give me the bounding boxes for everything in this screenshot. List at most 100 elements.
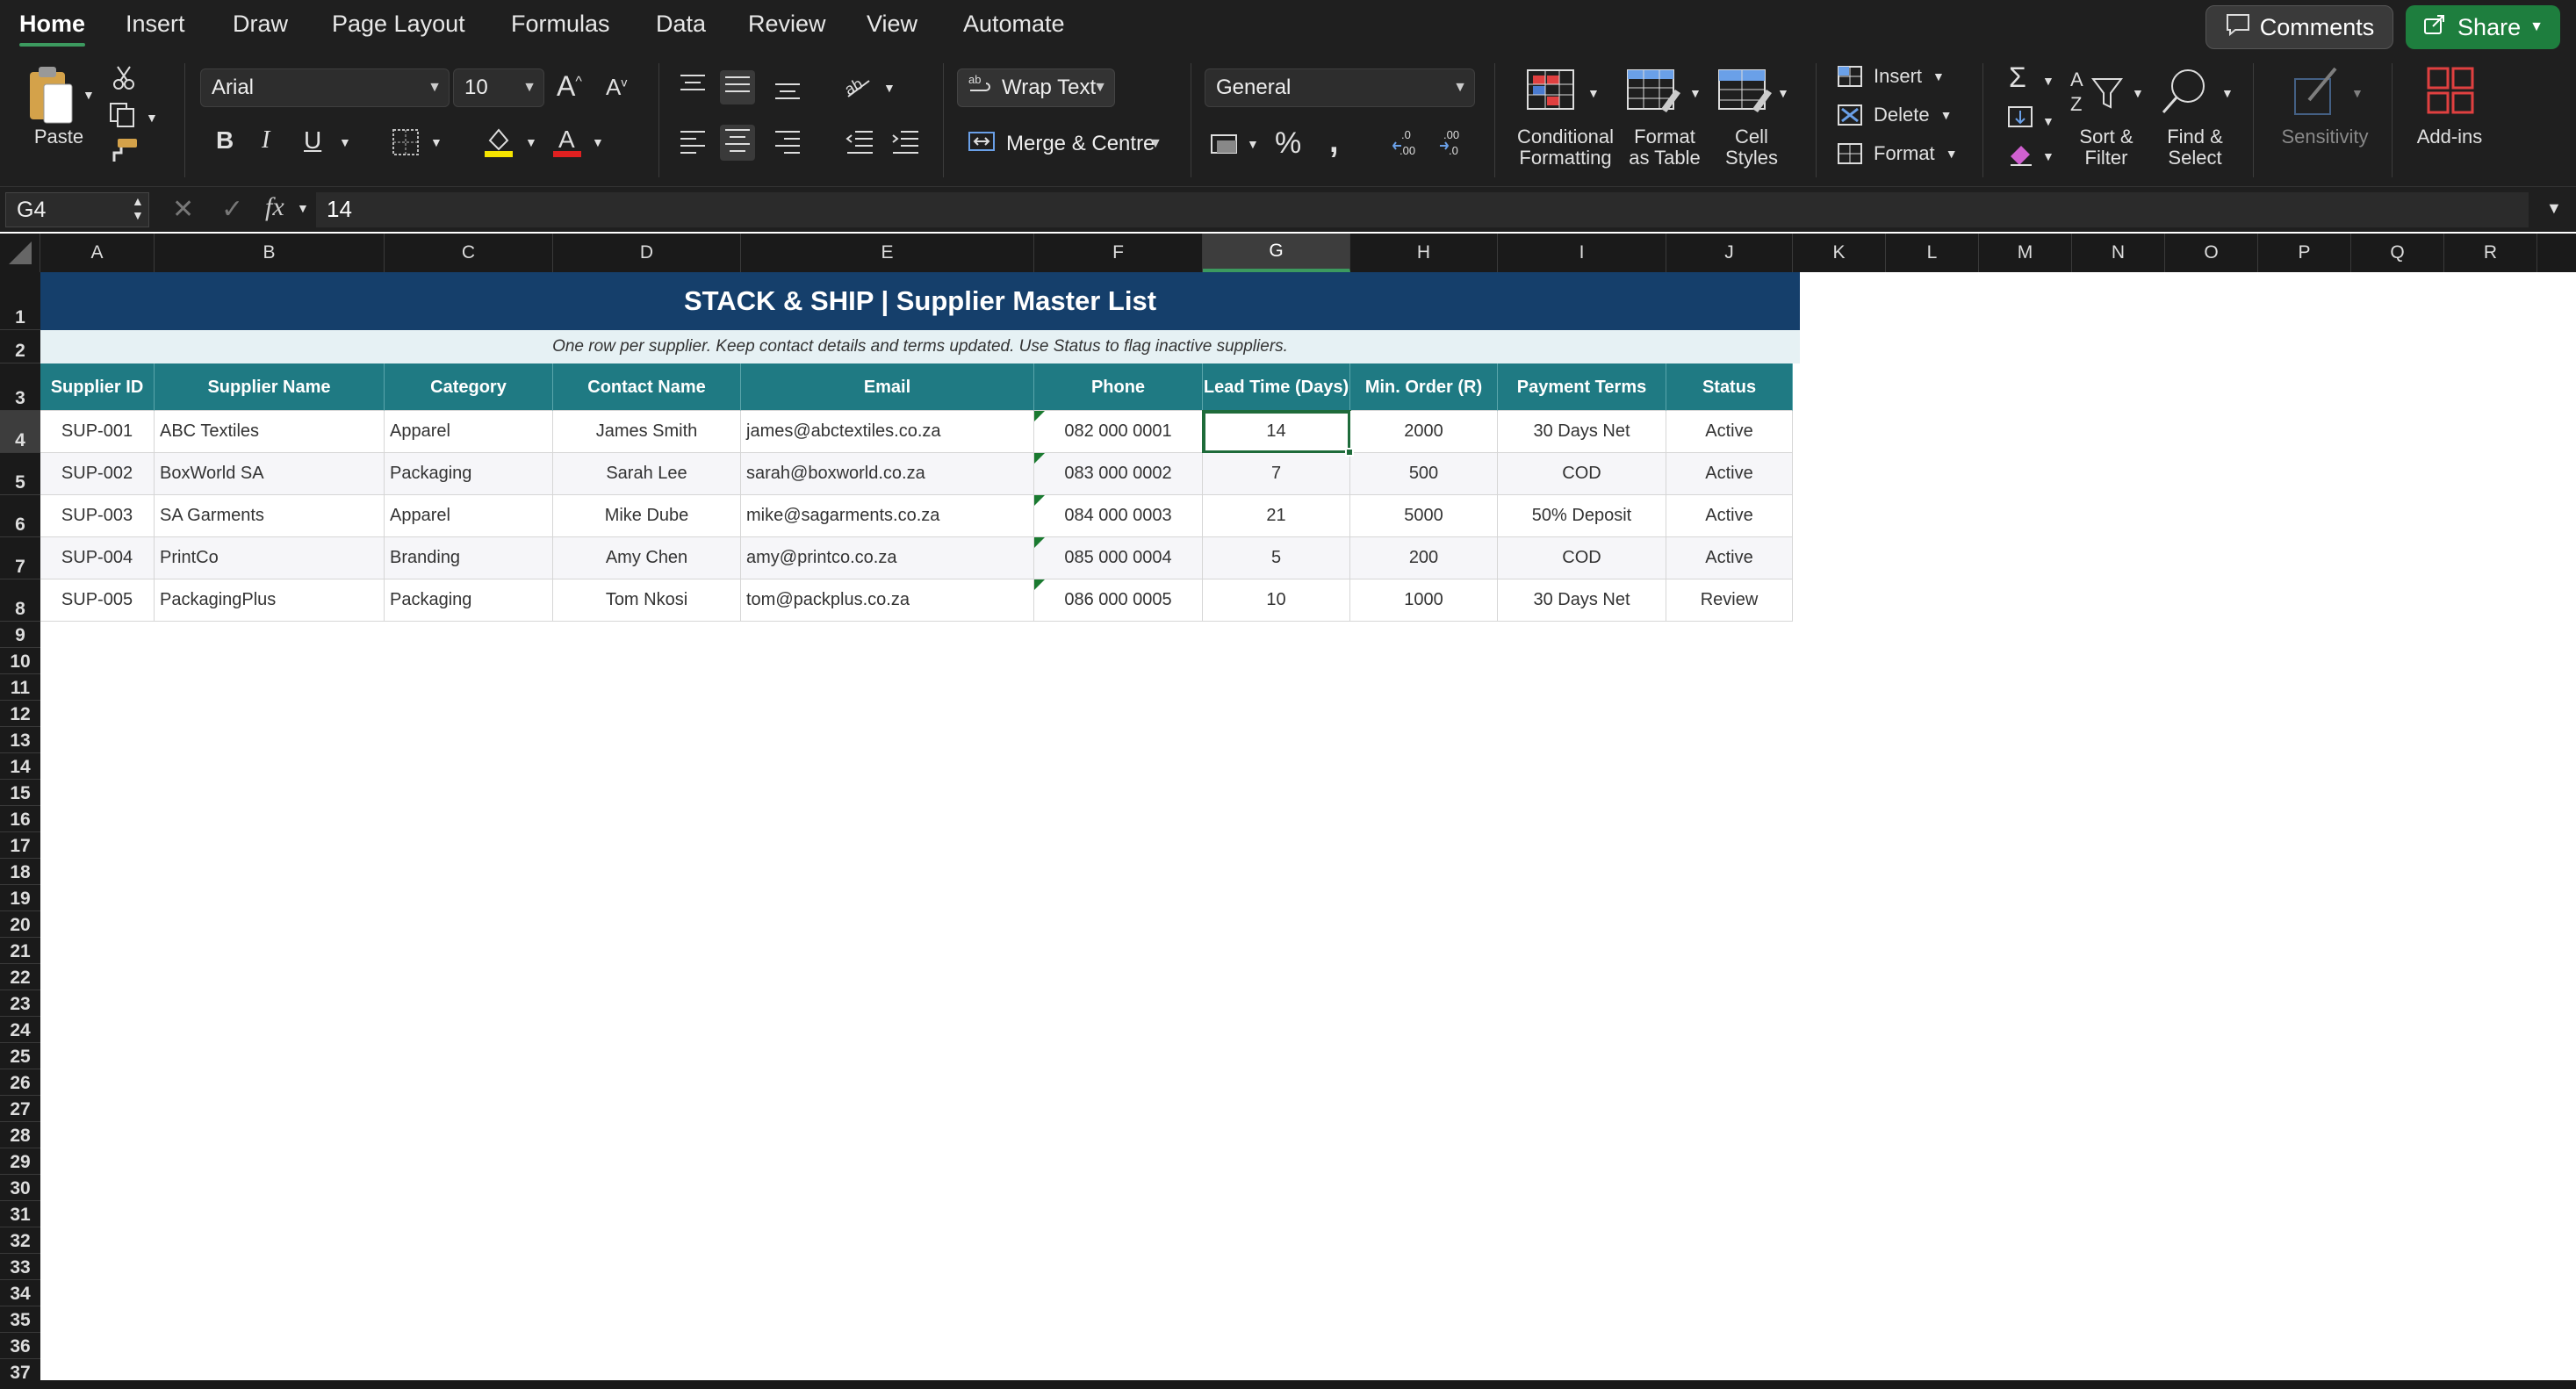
tab-data[interactable]: Data — [656, 11, 706, 38]
fill-color-icon[interactable] — [483, 125, 514, 162]
chevron-down-icon[interactable]: ▼ — [1777, 86, 1789, 100]
row-header-12[interactable]: 12 — [0, 701, 40, 727]
row-header-29[interactable]: 29 — [0, 1148, 40, 1175]
insert-cells-button[interactable]: Insert ▼ — [1837, 65, 1945, 88]
comments-button[interactable]: Comments — [2205, 5, 2393, 49]
tab-home[interactable]: Home — [19, 11, 86, 47]
column-header-i[interactable]: I — [1498, 234, 1666, 272]
table-cell[interactable]: Active — [1666, 453, 1793, 495]
expand-formula-icon[interactable]: ▼ — [2546, 199, 2562, 218]
autosum-icon[interactable]: Σ — [2009, 61, 2026, 94]
table-cell[interactable]: COD — [1498, 537, 1666, 579]
table-cell[interactable]: COD — [1498, 453, 1666, 495]
find-select-label[interactable]: Find & Select — [2153, 126, 2237, 169]
format-as-table-icon[interactable] — [1626, 68, 1682, 117]
column-header-q[interactable]: Q — [2351, 234, 2444, 272]
italic-button[interactable]: I — [262, 126, 270, 155]
selected-cell[interactable]: 14 — [1202, 410, 1351, 454]
font-size-select[interactable]: 10 ▼ — [453, 68, 544, 107]
table-cell[interactable]: amy@printco.co.za — [741, 537, 1034, 579]
row-header-14[interactable]: 14 — [0, 753, 40, 780]
row-header-17[interactable]: 17 — [0, 832, 40, 859]
table-cell[interactable]: Review — [1666, 579, 1793, 622]
row-header-22[interactable]: 22 — [0, 964, 40, 990]
chevron-down-icon[interactable]: ▼ — [83, 88, 95, 102]
row-header-7[interactable]: 7 — [0, 537, 40, 579]
table-cell[interactable]: 084 000 0003 — [1034, 495, 1203, 537]
chevron-down-icon[interactable]: ▼ — [2132, 86, 2144, 100]
increase-decimal-icon[interactable]: .0.00 — [1392, 126, 1424, 162]
row-header-13[interactable]: 13 — [0, 727, 40, 753]
table-cell[interactable]: 50% Deposit — [1498, 495, 1666, 537]
row-header-30[interactable]: 30 — [0, 1175, 40, 1201]
confirm-icon[interactable]: ✓ — [221, 194, 243, 225]
merge-centre-button[interactable]: Merge & Centre ▼ — [957, 125, 1169, 163]
row-header-20[interactable]: 20 — [0, 911, 40, 938]
header-cell[interactable]: Supplier ID — [40, 363, 155, 411]
align-left-icon[interactable] — [678, 128, 708, 159]
cell-styles-icon[interactable] — [1717, 68, 1774, 117]
column-header-l[interactable]: L — [1886, 234, 1979, 272]
conditional-formatting-icon[interactable] — [1526, 68, 1579, 117]
format-painter-icon[interactable] — [109, 137, 139, 168]
share-button[interactable]: Share ▼ — [2406, 5, 2560, 49]
column-header-a[interactable]: A — [40, 234, 155, 272]
chevron-down-icon[interactable]: ▼ — [1689, 86, 1702, 100]
table-cell[interactable]: mike@sagarments.co.za — [741, 495, 1034, 537]
row-header-34[interactable]: 34 — [0, 1280, 40, 1306]
align-middle-icon[interactable] — [720, 70, 755, 104]
chevron-down-icon[interactable]: ▼ — [2042, 74, 2054, 88]
table-cell[interactable]: ABC Textiles — [155, 411, 385, 453]
row-header-8[interactable]: 8 — [0, 579, 40, 622]
table-cell[interactable]: Branding — [385, 537, 553, 579]
cut-icon[interactable] — [111, 65, 137, 96]
sheet-title[interactable]: STACK & SHIP | Supplier Master List — [40, 272, 1800, 330]
column-header-r[interactable]: R — [2444, 234, 2537, 272]
table-cell[interactable]: PackagingPlus — [155, 579, 385, 622]
table-cell[interactable]: 30 Days Net — [1498, 579, 1666, 622]
chevron-down-icon[interactable]: ▼ — [1247, 137, 1259, 151]
row-header-4[interactable]: 4 — [0, 411, 40, 453]
column-header-b[interactable]: B — [155, 234, 385, 272]
chevron-down-icon[interactable]: ▼ — [297, 201, 309, 215]
copy-icon[interactable] — [109, 102, 139, 133]
table-cell[interactable]: Active — [1666, 411, 1793, 453]
header-cell[interactable]: Contact Name — [553, 363, 741, 411]
row-header-5[interactable]: 5 — [0, 453, 40, 495]
row-header-21[interactable]: 21 — [0, 938, 40, 964]
header-cell[interactable]: Payment Terms — [1498, 363, 1666, 411]
row-header-26[interactable]: 26 — [0, 1069, 40, 1096]
fill-handle[interactable] — [1345, 448, 1354, 457]
row-header-32[interactable]: 32 — [0, 1227, 40, 1254]
table-cell[interactable]: Apparel — [385, 495, 553, 537]
column-header-j[interactable]: J — [1666, 234, 1793, 272]
column-header-o[interactable]: O — [2165, 234, 2258, 272]
clear-icon[interactable] — [2007, 142, 2035, 171]
orientation-icon[interactable]: ab — [842, 70, 873, 104]
tab-formulas[interactable]: Formulas — [511, 11, 610, 38]
header-cell[interactable]: Supplier Name — [155, 363, 385, 411]
find-select-icon[interactable] — [2158, 65, 2211, 122]
increase-font-icon[interactable]: A^ — [557, 70, 582, 103]
decrease-font-icon[interactable]: Av — [606, 74, 627, 101]
tab-automate[interactable]: Automate — [963, 11, 1065, 38]
row-header-1[interactable]: 1 — [0, 272, 40, 330]
insert-function-icon[interactable]: fx — [265, 192, 284, 222]
row-header-24[interactable]: 24 — [0, 1017, 40, 1043]
table-cell[interactable]: 10 — [1203, 579, 1350, 622]
sort-filter-label[interactable]: Sort & Filter — [2067, 126, 2146, 169]
decrease-decimal-icon[interactable]: .00.0 — [1438, 126, 1470, 162]
chevron-down-icon[interactable]: ▼ — [525, 135, 537, 149]
table-cell[interactable]: James Smith — [553, 411, 741, 453]
table-cell[interactable]: 083 000 0002 — [1034, 453, 1203, 495]
table-cell[interactable]: james@abctextiles.co.za — [741, 411, 1034, 453]
row-header-15[interactable]: 15 — [0, 780, 40, 806]
row-header-33[interactable]: 33 — [0, 1254, 40, 1280]
table-cell[interactable]: SUP-001 — [40, 411, 155, 453]
header-cell[interactable]: Phone — [1034, 363, 1203, 411]
column-header-k[interactable]: K — [1793, 234, 1886, 272]
tab-insert[interactable]: Insert — [126, 11, 185, 38]
number-format-select[interactable]: General ▼ — [1205, 68, 1475, 107]
row-header-23[interactable]: 23 — [0, 990, 40, 1017]
add-ins-label[interactable]: Add-ins — [2406, 126, 2493, 148]
